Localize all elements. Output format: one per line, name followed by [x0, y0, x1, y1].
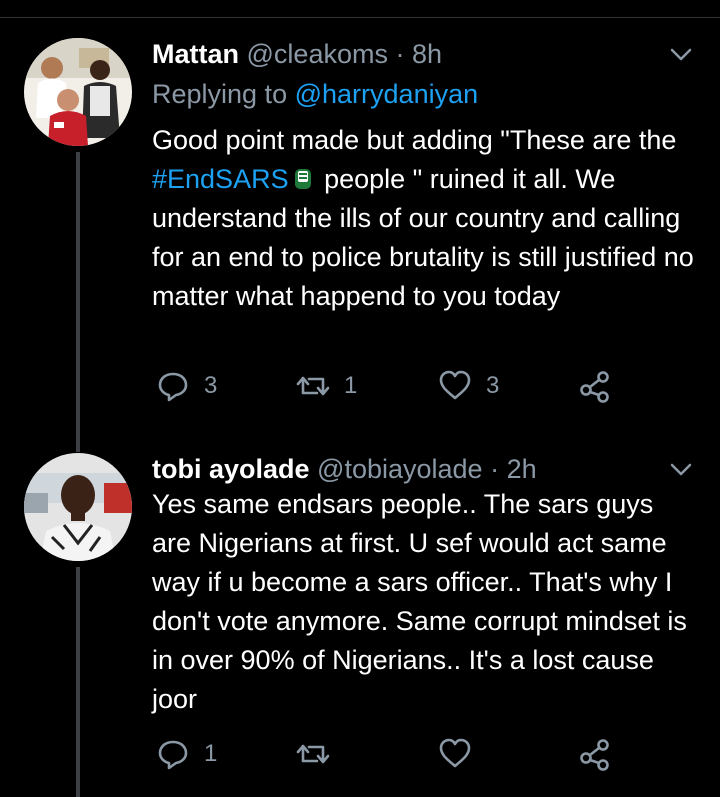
display-name[interactable]: Mattan: [152, 39, 239, 69]
avatar[interactable]: [24, 453, 132, 561]
reply-button[interactable]: 1: [156, 737, 217, 771]
tweet-text-part: Good point made but adding "These are th…: [152, 125, 677, 155]
tweet-actions: 1: [152, 737, 692, 777]
tweet-header: Mattan @cleakoms · 8h: [152, 38, 442, 70]
endsars-fist-icon: [294, 169, 311, 189]
separator-dot: ·: [490, 454, 500, 484]
share-button[interactable]: [578, 369, 612, 403]
reply-icon: [158, 372, 188, 402]
chevron-down-icon[interactable]: [670, 463, 692, 477]
retweet-button[interactable]: [296, 737, 344, 771]
like-count: 3: [486, 372, 500, 399]
reply-icon: [158, 740, 188, 770]
top-divider: [0, 17, 720, 18]
retweet-icon: [296, 744, 330, 764]
reply-count: 1: [204, 740, 218, 767]
thread-line: [76, 152, 80, 452]
share-icon: [580, 371, 609, 403]
user-handle[interactable]: @tobiayolade: [317, 454, 483, 484]
reply-count: 3: [204, 372, 218, 399]
share-button[interactable]: [578, 737, 612, 771]
replying-to: Replying to @harrydaniyan: [152, 78, 478, 110]
tweet[interactable]: tobi ayolade @tobiayolade · 2h Yes same …: [0, 453, 720, 797]
like-icon: [439, 738, 471, 768]
tweet-text: Yes same endsars people.. The sars guys …: [152, 489, 687, 714]
like-icon: [439, 370, 471, 400]
like-button[interactable]: [438, 737, 486, 771]
tweet[interactable]: Mattan @cleakoms · 8h Replying to @harry…: [0, 38, 720, 452]
separator-dot: ·: [395, 39, 405, 69]
like-button[interactable]: 3: [438, 369, 499, 403]
user-handle[interactable]: @cleakoms: [247, 39, 388, 69]
retweet-count: 1: [344, 372, 358, 399]
reply-button[interactable]: 3: [156, 369, 217, 403]
tweet-actions: 3 1 3: [152, 369, 692, 409]
avatar[interactable]: [24, 38, 132, 146]
replying-prefix: Replying to: [152, 79, 288, 109]
display-name[interactable]: tobi ayolade: [152, 454, 310, 484]
tweet-text: Good point made but adding "These are th…: [152, 121, 697, 316]
hashtag-link[interactable]: #EndSARS: [152, 164, 289, 194]
tweet-header: tobi ayolade @tobiayolade · 2h: [152, 453, 537, 485]
tweet-time[interactable]: 2h: [507, 454, 537, 484]
tweet-time[interactable]: 8h: [412, 39, 442, 69]
retweet-button[interactable]: 1: [296, 369, 357, 403]
chevron-down-icon[interactable]: [670, 48, 692, 62]
retweet-icon: [296, 376, 330, 396]
replying-to-link[interactable]: @harrydaniyan: [295, 79, 479, 109]
thread-line: [76, 567, 80, 797]
share-icon: [580, 739, 609, 771]
